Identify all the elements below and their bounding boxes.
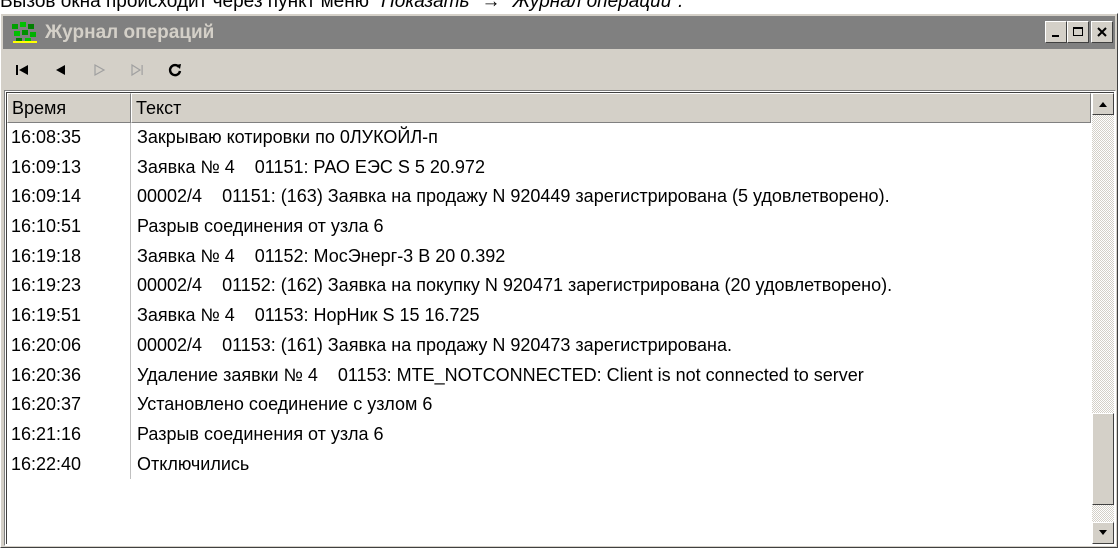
log-time: 16:20:06 <box>7 330 131 361</box>
log-text: Разрыв соединения от узла 6 <box>137 216 384 237</box>
caption-prefix: Вызов окна происходит через пункт меню <box>0 0 375 12</box>
app-icon <box>11 21 39 45</box>
log-time: 16:08:35 <box>7 123 131 153</box>
table-row[interactable]: 16:20:37 Установлено соединение с узлом 6 <box>7 390 1091 420</box>
table-row[interactable]: 16:20:06 00002/4 01153: (161) Заявка на п… <box>7 330 1091 361</box>
column-header-time[interactable]: Время <box>7 93 131 123</box>
page-caption: Вызов окна происходит через пункт меню "… <box>0 0 683 13</box>
log-time: 16:19:23 <box>7 271 131 302</box>
scroll-down-button[interactable] <box>1092 522 1114 544</box>
close-icon <box>1097 27 1107 37</box>
log-list: Время Текст 16:08:35 Закрываю котировки п… <box>4 90 1116 546</box>
log-time: 16:09:14 <box>7 182 131 213</box>
table-row[interactable]: 16:09:14 00002/4 01151: (163) Заявка на п… <box>7 182 1091 213</box>
table-row[interactable]: 16:19:23 00002/4 01152: (162) Заявка на п… <box>7 271 1091 302</box>
next-icon <box>94 63 106 77</box>
log-rows: 16:08:35 Закрываю котировки по 0ЛУКОЙЛ-п 1… <box>7 123 1091 480</box>
log-text: Удаление заявки № 4 01153: MTE_NOTCONNEC… <box>137 364 864 385</box>
log-time: 16:10:51 <box>7 212 131 242</box>
minimize-button[interactable] <box>1045 21 1067 43</box>
arrow-up-icon <box>1099 102 1107 107</box>
next-record-button[interactable] <box>81 55 117 85</box>
log-time: 16:22:40 <box>7 449 131 480</box>
log-text: Разрыв соединения от узла 6 <box>137 423 384 444</box>
table-row[interactable]: 16:10:51 Разрыв соединения от узла 6 <box>7 212 1091 242</box>
last-record-button[interactable] <box>119 55 155 85</box>
prev-icon <box>56 65 65 75</box>
log-text: 00002/4 01153: (161) Заявка на продажу N… <box>137 334 732 355</box>
vertical-scrollbar[interactable] <box>1092 93 1114 544</box>
log-text: 00002/4 01152: (162) Заявка на покупку N… <box>137 275 893 296</box>
last-icon <box>131 63 143 77</box>
table-row[interactable]: 16:21:16 Разрыв соединения от узла 6 <box>7 419 1091 450</box>
title-bar[interactable]: Журнал операций <box>3 16 1115 49</box>
column-header-text[interactable]: Текст <box>131 93 1091 123</box>
log-text: Заявка № 4 01152: МосЭнерг-3 B 20 0.392 <box>137 245 506 266</box>
log-text: Установлено соединение с узлом 6 <box>137 394 433 415</box>
table-row[interactable]: 16:09:13 Заявка № 4 01151: РАО ЕЭС S 5 20… <box>7 152 1091 183</box>
toolbar <box>5 52 1113 88</box>
refresh-button[interactable] <box>157 55 193 85</box>
arrow-down-icon <box>1099 530 1107 535</box>
close-button[interactable] <box>1091 21 1113 43</box>
table-row[interactable]: 16:19:51 Заявка № 4 01153: НорНик S 15 16… <box>7 301 1091 331</box>
first-icon <box>16 65 28 75</box>
operations-log-window: Журнал операций Время Текст 16:08:35 Зак… <box>0 13 1118 548</box>
list-header: Время Текст <box>7 93 1091 123</box>
log-time: 16:19:51 <box>7 301 131 331</box>
table-row[interactable]: 16:22:40 Отключились <box>7 449 1091 480</box>
maximize-icon <box>1073 27 1083 36</box>
table-row[interactable]: 16:19:18 Заявка № 4 01152: МосЭнерг-3 B 2… <box>7 241 1091 272</box>
log-text: Закрываю котировки по 0ЛУКОЙЛ-п <box>137 127 438 147</box>
log-time: 16:20:36 <box>7 360 131 391</box>
scroll-up-button[interactable] <box>1092 93 1114 115</box>
table-row[interactable]: 16:20:36 Удаление заявки № 4 01153: MTE_N… <box>7 360 1091 391</box>
first-record-button[interactable] <box>5 55 41 85</box>
scroll-thumb[interactable] <box>1092 413 1114 505</box>
log-time: 16:21:16 <box>7 419 131 450</box>
table-row[interactable]: 16:08:35 Закрываю котировки по 0ЛУКОЙЛ-п <box>7 123 1091 153</box>
refresh-icon <box>168 63 182 77</box>
log-time: 16:20:37 <box>7 390 131 420</box>
minimize-icon <box>1052 35 1059 37</box>
log-text: Заявка № 4 01153: НорНик S 15 16.725 <box>137 305 480 326</box>
log-text: Заявка № 4 01151: РАО ЕЭС S 5 20.972 <box>137 156 485 177</box>
log-text: Отключились <box>137 453 250 474</box>
maximize-button[interactable] <box>1067 21 1089 43</box>
window-title: Журнал операций <box>45 21 215 43</box>
caption-menu-path: "Показать" → "Журнал операций". <box>374 0 684 12</box>
log-time: 16:19:18 <box>7 241 131 272</box>
previous-record-button[interactable] <box>43 55 79 85</box>
log-text: 00002/4 01151: (163) Заявка на продажу N… <box>137 186 890 207</box>
log-time: 16:09:13 <box>7 152 131 183</box>
